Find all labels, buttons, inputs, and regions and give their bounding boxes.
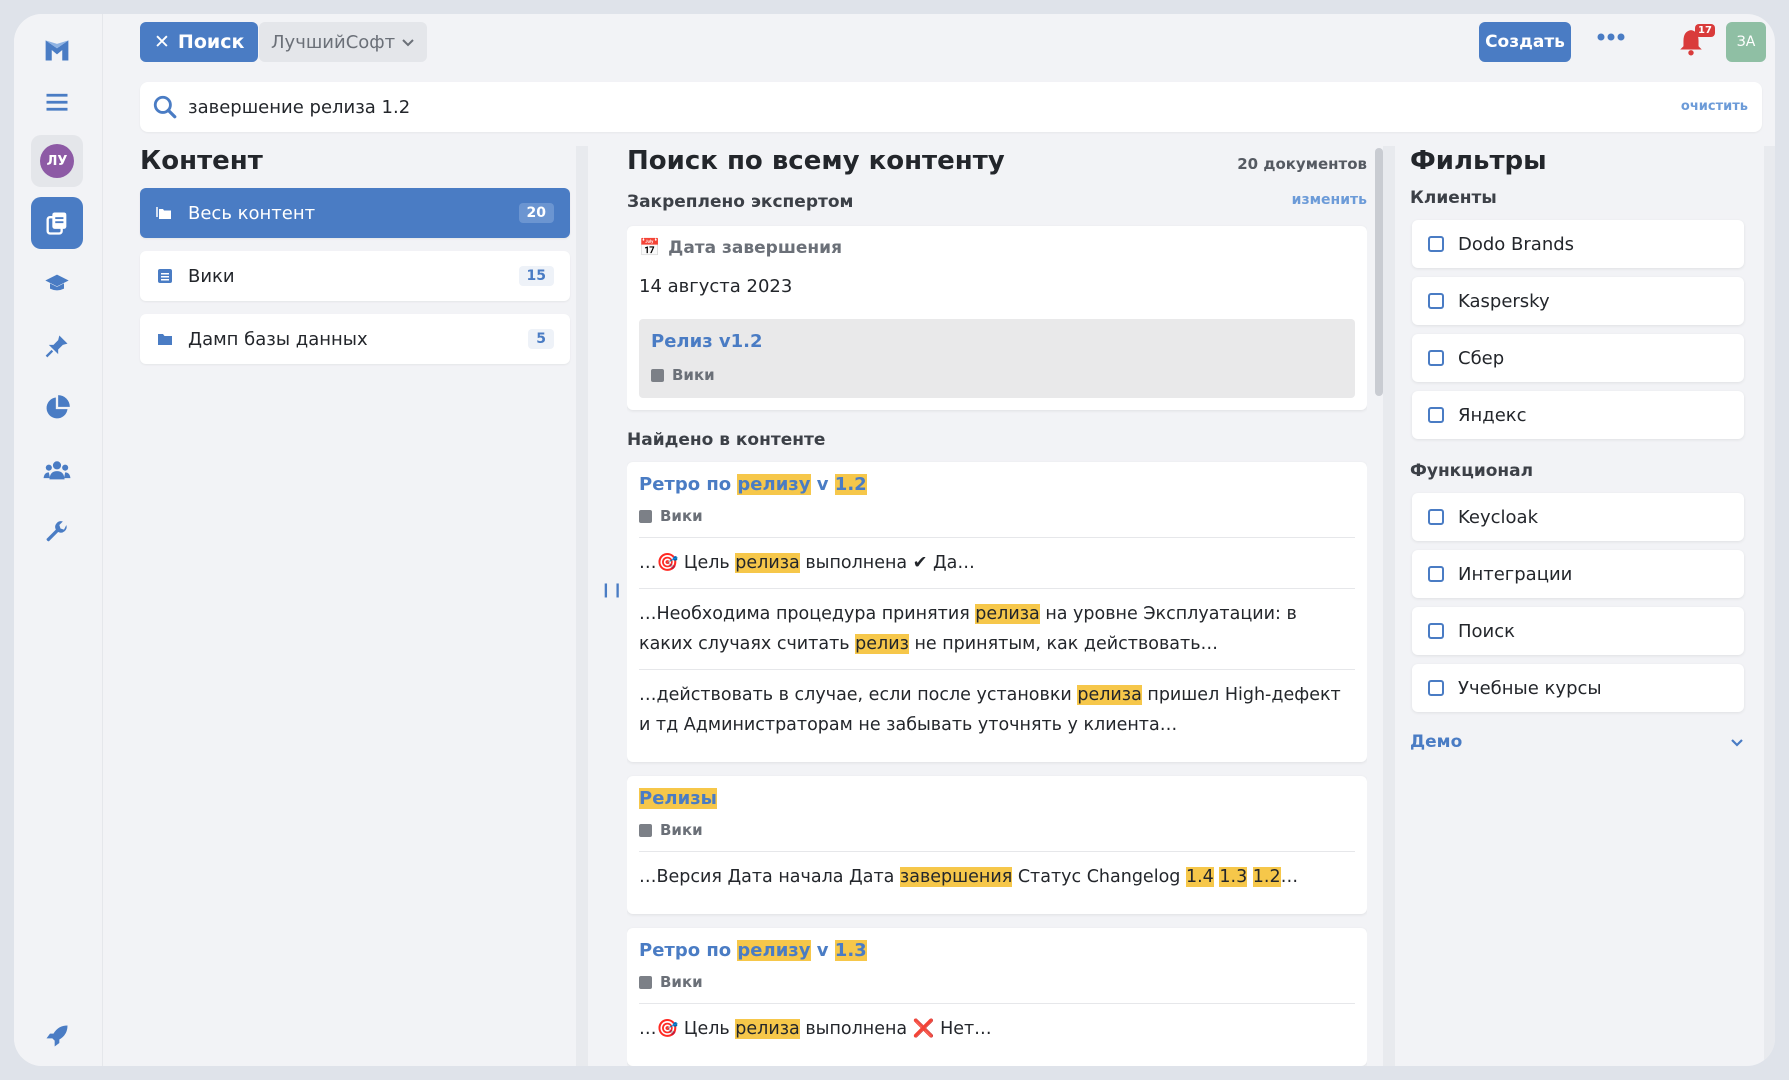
close-search-button[interactable]: ✕ Поиск (140, 22, 259, 62)
pinned-linked-doc[interactable]: Релиз v1.2 Вики (639, 319, 1355, 398)
drag-handle-icon[interactable]: ❙❙ (600, 582, 623, 598)
result-card[interactable]: Ретро по релизу v 1.2 Вики …🎯 Цель релиз… (627, 462, 1367, 762)
rail-user-avatar[interactable]: ЛУ (31, 135, 83, 187)
edit-pinned-link[interactable]: изменить (1292, 192, 1367, 212)
filters-panel: Фильтры Клиенты Dodo Brands Kaspersky Сб… (1410, 146, 1756, 752)
workspace-select[interactable]: ЛучшийСофт (259, 22, 427, 62)
document-icon (639, 975, 652, 989)
content-icon[interactable] (31, 197, 83, 249)
chevron-down-icon (402, 39, 414, 47)
content-item-all[interactable]: Весь контент 20 (140, 188, 570, 238)
checkbox[interactable] (1428, 293, 1444, 309)
column-splitter-left[interactable] (576, 146, 588, 1066)
filter-group-clients: Клиенты (1410, 188, 1497, 208)
filter-search[interactable]: Поиск (1412, 607, 1744, 655)
left-rail: ЛУ (14, 14, 102, 1066)
checkbox[interactable] (1428, 566, 1444, 582)
content-panel: Контент Весь контент 20 Вики 15 Дамп баз… (140, 146, 570, 377)
filter-keycloak[interactable]: Keycloak (1412, 493, 1744, 541)
filter-sber[interactable]: Сбер (1412, 334, 1744, 382)
result-snippet: …Версия Дата начала Дата завершения Стат… (639, 867, 1299, 887)
more-icon[interactable] (1596, 32, 1626, 42)
result-card[interactable]: Релизы Вики …Версия Дата начала Дата зав… (627, 776, 1367, 914)
results-scrollbar[interactable] (1375, 148, 1383, 396)
courses-icon[interactable] (31, 258, 83, 310)
user-avatar[interactable]: ЗА (1726, 22, 1766, 62)
analytics-icon[interactable] (31, 382, 83, 434)
document-icon (651, 368, 664, 382)
filters-title: Фильтры (1410, 146, 1547, 176)
filter-group-demo[interactable]: Демо (1410, 732, 1744, 752)
clear-search-link[interactable]: очистить (1681, 99, 1748, 114)
document-icon (639, 823, 652, 837)
pin-icon[interactable] (31, 320, 83, 372)
create-button[interactable]: Создать (1479, 22, 1571, 62)
checkbox[interactable] (1428, 680, 1444, 696)
checkbox[interactable] (1428, 350, 1444, 366)
notification-badge: 17 (1695, 24, 1715, 37)
rocket-icon[interactable] (31, 1010, 83, 1062)
content-title: Контент (140, 146, 263, 176)
app-window: ЛУ ✕ Поиск ЛучшийСофт Создать 17 ЗА заве… (14, 14, 1775, 1066)
result-card[interactable]: Ретро по релизу v 1.3 Вики …🎯 Цель релиз… (627, 928, 1367, 1066)
filter-group-functional: Функционал (1410, 461, 1534, 481)
search-input[interactable] (188, 96, 1588, 118)
found-label: Найдено в контенте (627, 430, 826, 450)
menu-icon[interactable] (31, 76, 83, 128)
filter-dodo-brands[interactable]: Dodo Brands (1412, 220, 1744, 268)
right-edge (1764, 146, 1775, 1066)
close-icon: ✕ (154, 31, 170, 53)
folder-icon (158, 334, 172, 345)
column-splitter-right[interactable] (1383, 146, 1395, 1066)
checkbox[interactable] (1428, 623, 1444, 639)
settings-icon[interactable] (31, 506, 83, 558)
calendar-icon: 📅 (639, 238, 661, 258)
document-icon (639, 509, 652, 523)
search-icon (153, 95, 177, 119)
team-icon[interactable] (31, 444, 83, 496)
filter-kaspersky[interactable]: Kaspersky (1412, 277, 1744, 325)
result-title[interactable]: Ретро по релизу v 1.3 (639, 940, 1355, 961)
checkbox[interactable] (1428, 407, 1444, 423)
pinned-label: Закреплено экспертом (627, 192, 854, 212)
content-item-wiki[interactable]: Вики 15 (140, 251, 570, 301)
document-count: 20 документов (1237, 155, 1367, 173)
result-snippet: …🎯 Цель релиза выполнена ❌ Нет… (639, 1019, 992, 1039)
pinned-card[interactable]: 📅 Дата завершения 14 августа 2023 Релиз … (627, 226, 1367, 410)
result-title[interactable]: Ретро по релизу v 1.2 (639, 474, 1355, 495)
result-title[interactable]: Релизы (639, 788, 1355, 809)
checkbox[interactable] (1428, 236, 1444, 252)
result-snippet: …🎯 Цель релиза выполнена ✔ Да… (639, 538, 1355, 589)
count-badge: 5 (528, 329, 554, 349)
folders-icon (156, 207, 171, 219)
results-panel: Поиск по всему контенту 20 документов За… (627, 146, 1367, 1066)
results-title: Поиск по всему контенту (627, 146, 1005, 176)
result-snippet: …Необходима процедура принятия релиза на… (639, 589, 1355, 670)
rail-divider (102, 14, 103, 1066)
logo-icon[interactable] (31, 24, 83, 76)
filter-yandex[interactable]: Яндекс (1412, 391, 1744, 439)
checkbox[interactable] (1428, 509, 1444, 525)
search-bar: очистить (140, 82, 1762, 132)
filter-courses[interactable]: Учебные курсы (1412, 664, 1744, 712)
pinned-date: 14 августа 2023 (639, 276, 793, 297)
chevron-down-icon (1731, 739, 1743, 747)
content-item-db-dump[interactable]: Дамп базы данных 5 (140, 314, 570, 364)
filter-integrations[interactable]: Интеграции (1412, 550, 1744, 598)
document-icon (158, 269, 172, 283)
result-snippet: …действовать в случае, если после устано… (639, 685, 1341, 735)
count-badge: 15 (518, 266, 554, 286)
count-badge: 20 (518, 203, 554, 223)
avatar: ЛУ (40, 144, 74, 178)
